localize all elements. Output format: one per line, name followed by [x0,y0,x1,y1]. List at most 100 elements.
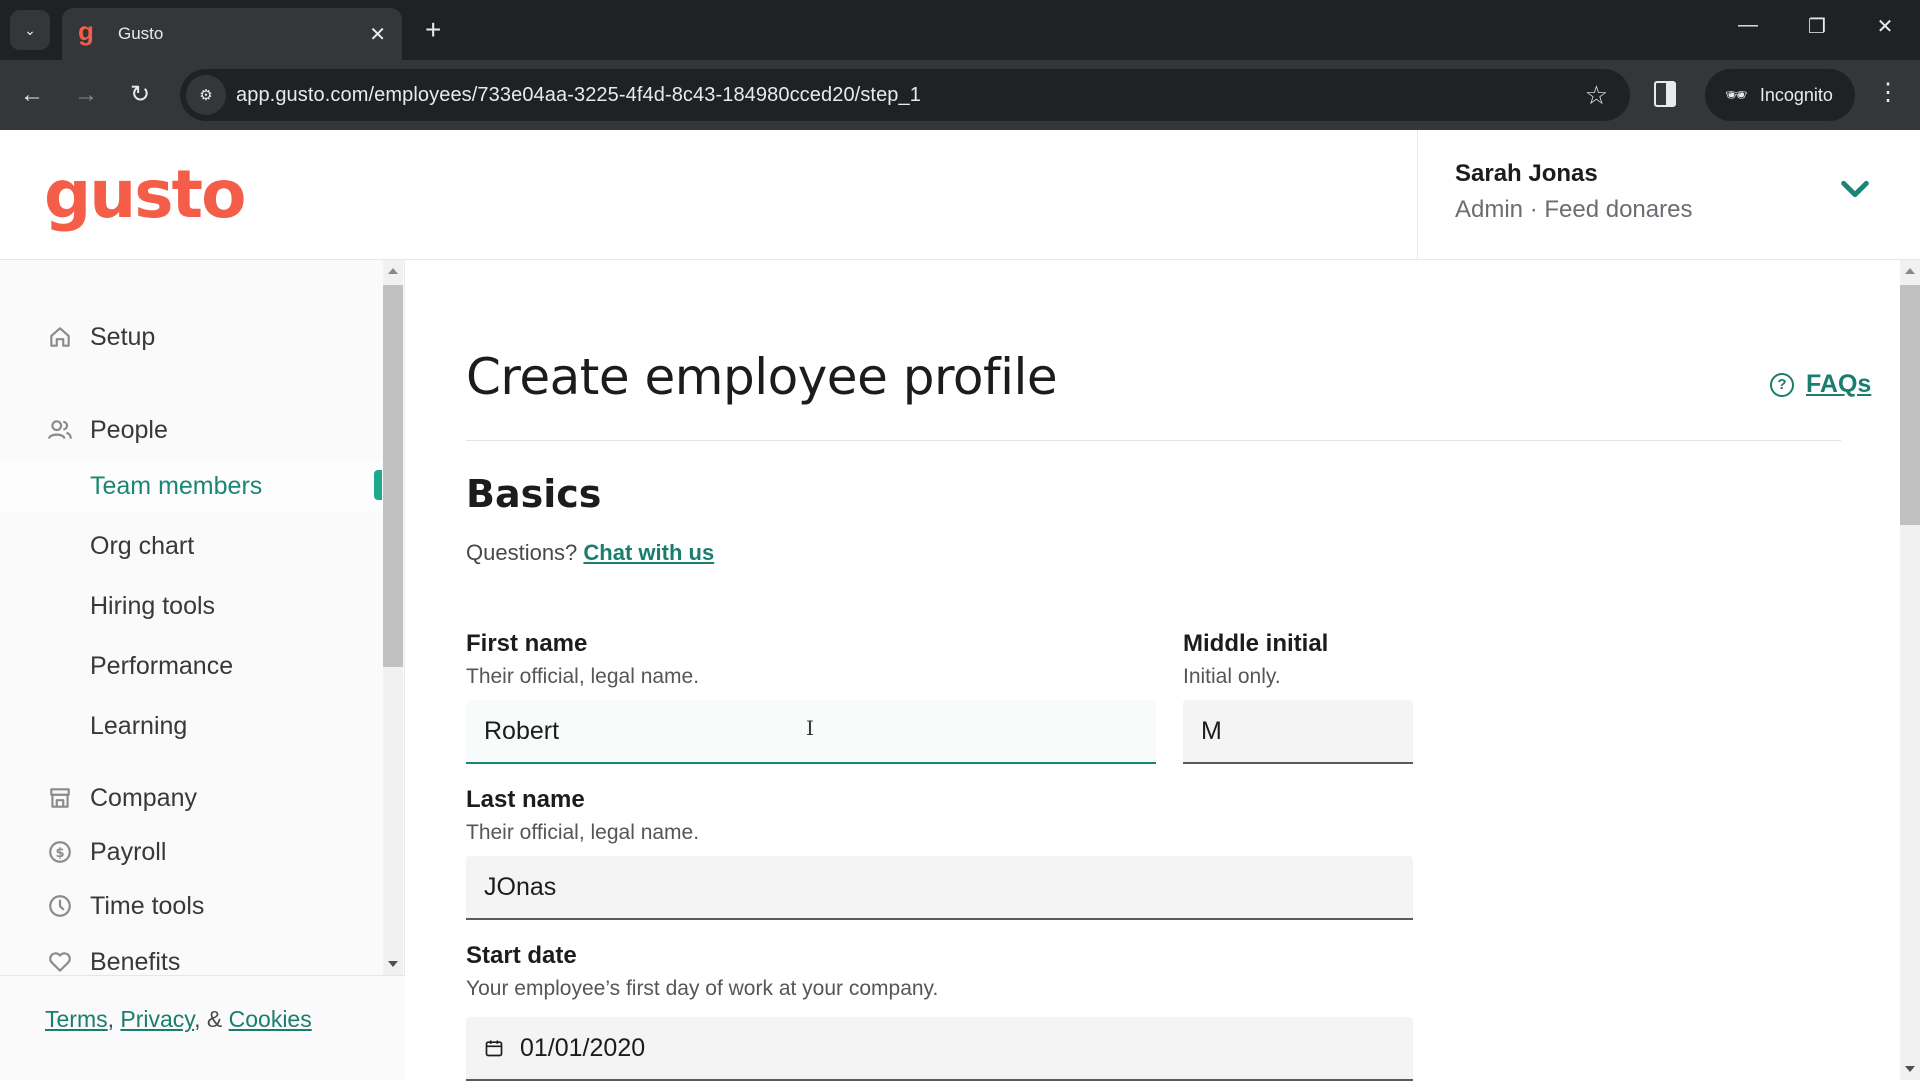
separator: , & [194,1006,223,1032]
middle-initial-label: Middle initial [1183,630,1329,657]
sidebar-item-setup[interactable]: Setup [0,312,383,362]
sidebar: Setup People Team members Org chart Hiri… [0,260,405,1080]
sidebar-scrollbar[interactable] [383,260,403,975]
sidebar-item-label: Time tools [90,891,205,920]
middle-initial-hint: Initial only. [1183,665,1281,688]
site-info-icon[interactable]: ⚙ [186,75,226,115]
faqs-label: FAQs [1806,370,1872,398]
privacy-link[interactable]: Privacy [120,1006,194,1032]
incognito-label: Incognito [1759,84,1833,105]
user-name: Sarah Jonas [1455,160,1598,187]
start-date-value: 01/01/2020 [520,1033,646,1062]
incognito-icon: 🕶 [1725,84,1748,105]
sidebar-item-label: Company [90,783,197,812]
scroll-up-icon[interactable] [1905,268,1915,274]
browser-tab[interactable]: g Gusto ✕ [62,8,402,60]
terms-link[interactable]: Terms [45,1006,108,1032]
window-close-icon[interactable]: ✕ [1865,14,1905,39]
legal-links: Terms, Privacy, & Cookies [45,1006,312,1033]
sidebar-item-company[interactable]: Company [0,773,383,823]
start-date-label: Start date [466,942,577,969]
scroll-up-icon[interactable] [388,268,398,274]
sidebar-item-time-tools[interactable]: Time tools [0,881,383,931]
browser-menu-icon[interactable]: ⋮ [1876,78,1900,108]
heart-icon [49,952,71,972]
chat-with-us-link[interactable]: Chat with us [583,540,714,565]
scrollbar-thumb[interactable] [1900,285,1920,525]
sidebar-item-label: Learning [90,711,188,740]
help-circle-icon: ? [1770,372,1794,397]
tab-title: Gusto [118,24,164,43]
middle-initial-input[interactable]: M [1183,700,1413,764]
minimize-icon[interactable]: — [1728,14,1768,37]
people-icon [48,420,72,440]
reload-icon[interactable]: ↻ [124,80,156,110]
svg-text:$: $ [55,846,64,861]
main-content: Create employee profile ? FAQs Basics Qu… [406,260,1920,1081]
divider [466,440,1841,441]
sidebar-item-team-members[interactable]: Team members [0,461,383,511]
sidebar-item-learning[interactable]: Learning [0,701,383,751]
sidebar-nav: Setup People Team members Org chart Hiri… [0,260,383,975]
start-date-input[interactable]: 01/01/2020 [466,1017,1413,1081]
start-date-hint: Your employee’s first day of work at you… [466,977,939,1000]
first-name-hint: Their official, legal name. [466,665,700,688]
middle-initial-value: M [1201,716,1222,745]
sidebar-item-payroll[interactable]: $ Payroll [0,827,383,877]
faqs-link[interactable]: ? FAQs [1770,370,1871,399]
last-name-input[interactable]: JOnas [466,856,1413,920]
new-tab-button[interactable]: + [425,12,441,48]
scrollbar-thumb[interactable] [383,285,403,667]
calendar-icon[interactable] [484,1038,504,1058]
last-name-value: JOnas [484,872,557,901]
dollar-icon: $ [49,841,71,863]
chevron-down-icon: ⌄ [24,21,36,38]
app-header: gusto Sarah Jonas Admin · Feed donares [0,130,1920,260]
sidebar-item-org-chart[interactable]: Org chart [0,521,383,571]
home-icon [50,327,70,347]
chevron-down-icon[interactable] [1838,172,1872,206]
url-text[interactable]: app.gusto.com/employees/733e04aa-3225-4f… [236,84,1585,107]
url-bar[interactable]: ⚙ app.gusto.com/employees/733e04aa-3225-… [180,69,1630,121]
scroll-down-icon[interactable] [388,961,398,967]
sidebar-item-performance[interactable]: Performance [0,641,383,691]
gusto-favicon-icon: g [78,15,94,46]
side-panel-icon[interactable] [1654,81,1676,107]
store-icon [50,788,70,808]
page-title: Create employee profile [466,348,1058,406]
sidebar-item-label: Payroll [90,837,167,866]
questions-text: Questions? Chat with us [466,540,714,566]
first-name-label: First name [466,630,588,657]
cookies-link[interactable]: Cookies [229,1006,312,1032]
first-name-value: Robert [484,716,560,745]
clock-icon [49,895,71,917]
active-indicator [374,470,382,500]
bookmark-star-icon[interactable]: ☆ [1585,80,1608,111]
questions-label: Questions? [466,540,578,565]
main-scrollbar[interactable] [1900,260,1920,1080]
separator: , [107,1006,115,1032]
address-bar-row: ← → ↻ ⚙ app.gusto.com/employees/733e04aa… [0,60,1920,130]
sidebar-item-people[interactable]: People [0,405,383,455]
section-title: Basics [466,472,602,516]
last-name-label: Last name [466,786,585,813]
sidebar-item-label: People [90,415,168,444]
sidebar-item-label: Benefits [90,947,181,976]
gusto-logo[interactable]: gusto [44,156,246,233]
incognito-badge[interactable]: 🕶 Incognito [1705,69,1855,121]
forward-icon[interactable]: → [70,80,102,110]
tab-close-icon[interactable]: ✕ [369,22,386,47]
sidebar-item-benefits[interactable]: Benefits [0,937,383,975]
scroll-down-icon[interactable] [1905,1066,1915,1072]
sidebar-item-label: Org chart [90,531,195,560]
back-icon[interactable]: ← [16,80,48,110]
last-name-hint: Their official, legal name. [466,821,700,844]
sidebar-item-label: Team members [90,471,263,500]
text-cursor-icon: I [806,716,814,740]
account-menu[interactable]: Sarah Jonas Admin · Feed donares [1417,130,1920,260]
restore-icon[interactable]: ❐ [1797,14,1837,39]
tab-search-button[interactable]: ⌄ [10,10,50,50]
sidebar-item-hiring-tools[interactable]: Hiring tools [0,581,383,631]
sidebar-item-label: Setup [90,322,156,351]
first-name-input[interactable]: Robert I [466,700,1156,764]
